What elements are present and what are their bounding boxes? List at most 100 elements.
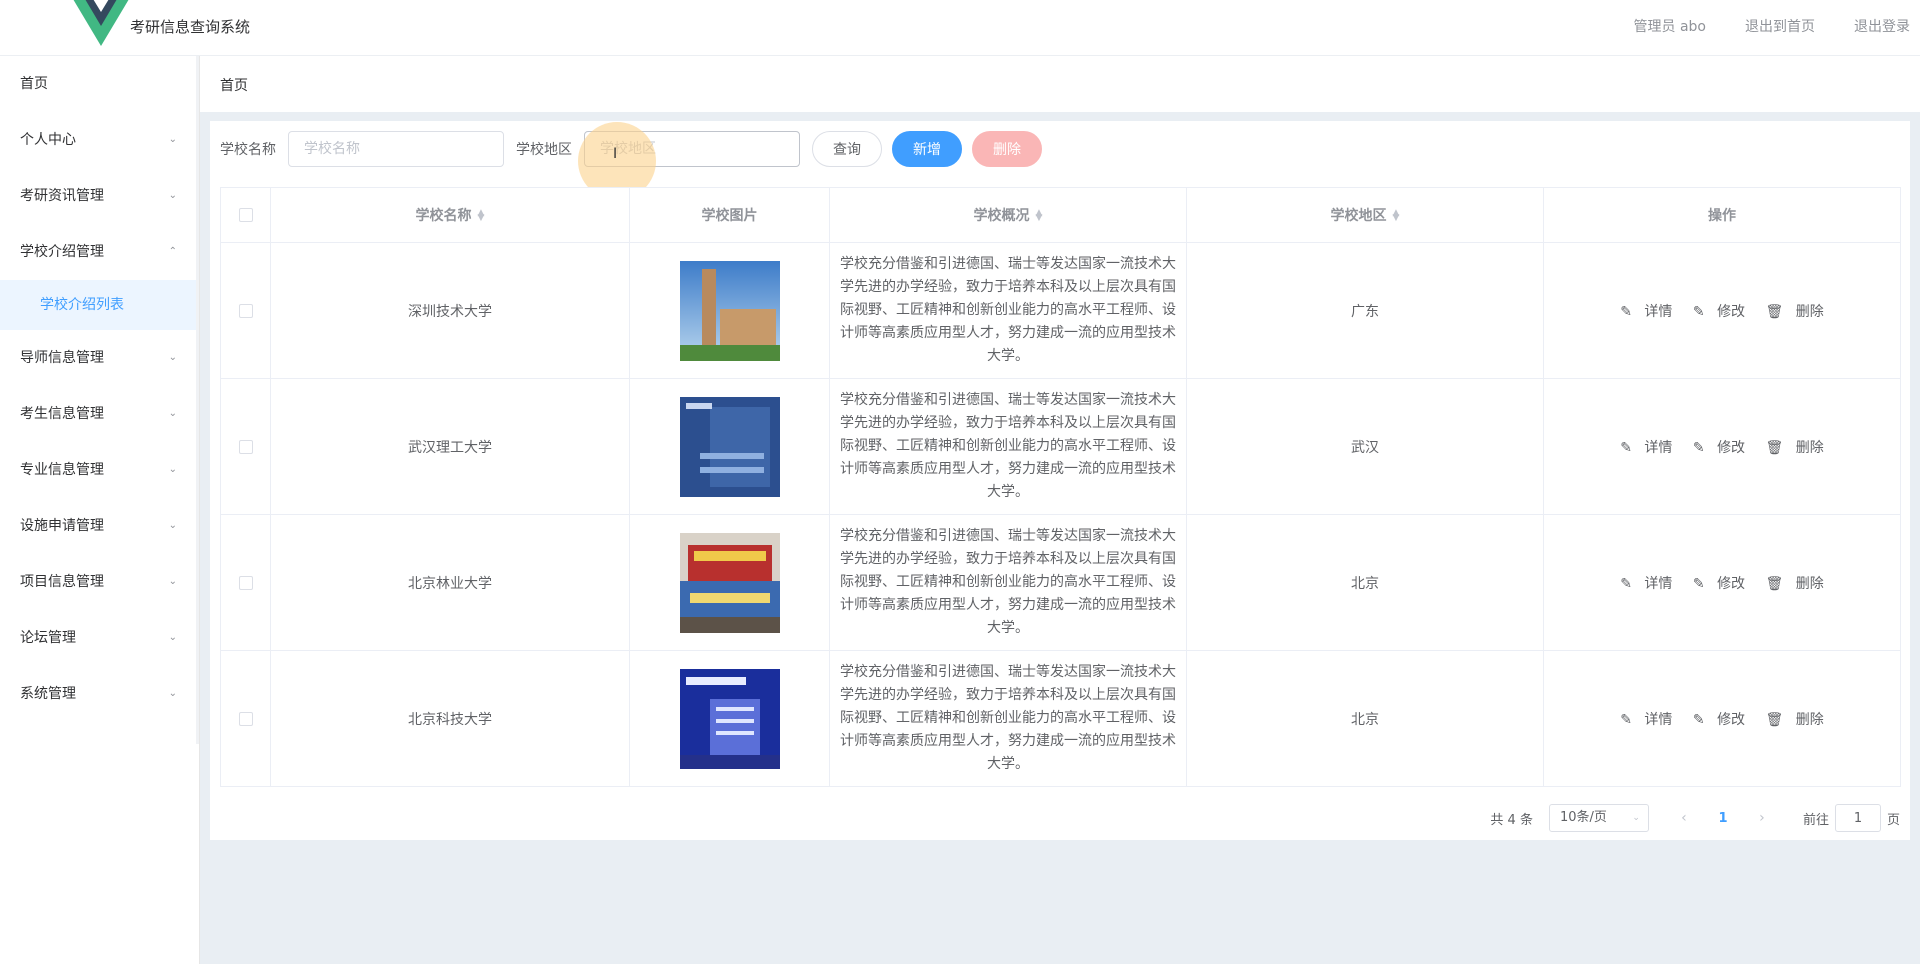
column-header-label: 学校名称: [415, 208, 472, 224]
total-count: 共 4 条: [1490, 812, 1533, 828]
row-checkbox[interactable]: [238, 439, 253, 454]
detail-label: 详情: [1644, 439, 1673, 456]
column-header-label: 学校图片: [701, 208, 758, 224]
edit-button[interactable]: ✎ 修改: [1689, 712, 1749, 728]
query-button[interactable]: 查询: [812, 131, 882, 167]
page-size-select[interactable]: 10条/页 ⌄: [1548, 804, 1649, 832]
chevron-down-icon: ⌄: [168, 576, 177, 587]
sidebar-item-label: 项目信息管理: [20, 574, 104, 590]
delete-button[interactable]: 🗑 删除: [1762, 304, 1828, 320]
add-button[interactable]: 新增: [892, 131, 962, 167]
back-home-link[interactable]: 退出到首页: [1745, 16, 1815, 36]
select-all-checkbox[interactable]: [238, 208, 253, 222]
sort-icon[interactable]: ▲ ▼: [1036, 209, 1043, 223]
page-size-value: 10条/页: [1559, 810, 1607, 825]
school-image[interactable]: [679, 668, 780, 769]
delete-label: 删除: [1795, 303, 1824, 320]
column-header-label: 学校地区: [1330, 208, 1387, 224]
sidebar-item-system[interactable]: 系统管理 ⌄: [0, 666, 199, 722]
breadcrumb[interactable]: 首页: [220, 75, 248, 95]
column-header-ops: 操作: [1543, 187, 1901, 243]
detail-button[interactable]: ✎ 详情: [1616, 304, 1676, 320]
edit-pen-icon: ✎: [1692, 439, 1705, 456]
table-row: 北京林业大学 学校充分借鉴和引进德国、瑞士等发达国家一流技术大学先进的办学经验，…: [220, 514, 1901, 651]
school-name-input[interactable]: [288, 131, 504, 167]
delete-button[interactable]: 🗑 删除: [1762, 576, 1828, 592]
sidebar-item-home[interactable]: 首页: [0, 56, 199, 112]
search-form: 学校名称 学校地区 查询 新增 删除: [220, 131, 1052, 167]
school-image[interactable]: [679, 532, 780, 633]
detail-button[interactable]: ✎ 详情: [1616, 440, 1676, 456]
sort-icon[interactable]: ▲ ▼: [478, 209, 485, 223]
edit-button[interactable]: ✎ 修改: [1689, 440, 1749, 456]
logout-link[interactable]: 退出登录: [1854, 16, 1910, 36]
row-checkbox[interactable]: [238, 303, 253, 318]
delete-button[interactable]: 🗑 删除: [1762, 712, 1828, 728]
detail-label: 详情: [1644, 575, 1673, 592]
column-header-image: 学校图片: [629, 187, 830, 243]
sidebar-item-tutors[interactable]: 导师信息管理 ⌄: [0, 330, 199, 386]
sidebar-item-projects[interactable]: 项目信息管理 ⌄: [0, 554, 199, 610]
goto-page-input[interactable]: [1834, 804, 1881, 832]
chevron-down-icon: ⌄: [168, 190, 177, 201]
edit-button[interactable]: ✎ 修改: [1689, 576, 1749, 592]
detail-button[interactable]: ✎ 详情: [1616, 712, 1676, 728]
sidebar-item-label: 设施申请管理: [20, 518, 104, 534]
school-image[interactable]: [679, 396, 780, 497]
sort-icon[interactable]: ▲ ▼: [1393, 209, 1400, 223]
sidebar-item-label: 论坛管理: [20, 630, 76, 646]
sidebar-item-students[interactable]: 考生信息管理 ⌄: [0, 386, 199, 442]
sidebar-subitem-school-list[interactable]: 学校介绍列表: [0, 280, 199, 330]
page-number-current[interactable]: 1: [1699, 811, 1747, 826]
sidebar-item-label: 个人中心: [20, 132, 76, 148]
sidebar-item-label: 考研资讯管理: [20, 188, 104, 204]
row-checkbox[interactable]: [238, 711, 253, 726]
school-name-cell: 北京科技大学: [270, 650, 630, 787]
sidebar-item-news[interactable]: 考研资讯管理 ⌄: [0, 168, 199, 224]
edit-pen-icon: ✎: [1620, 303, 1632, 320]
school-desc-cell: 学校充分借鉴和引进德国、瑞士等发达国家一流技术大学先进的办学经验，致力于培养本科…: [829, 650, 1187, 787]
sidebar-item-majors[interactable]: 专业信息管理 ⌄: [0, 442, 199, 498]
sidebar-item-label: 系统管理: [20, 686, 76, 702]
next-page-button[interactable]: ›: [1747, 810, 1777, 826]
prev-page-button[interactable]: ‹: [1669, 810, 1699, 826]
edit-button[interactable]: ✎ 修改: [1689, 304, 1749, 320]
trash-icon: 🗑: [1765, 439, 1784, 456]
column-header-name[interactable]: 学校名称 ▲ ▼: [270, 187, 630, 243]
row-checkbox[interactable]: [238, 575, 253, 590]
trash-icon: 🗑: [1765, 575, 1784, 592]
school-name-cell: 北京林业大学: [270, 514, 630, 651]
sidebar-item-personal[interactable]: 个人中心 ⌄: [0, 112, 199, 168]
main-area: 首页 学校名称 学校地区 查询 新增 删除 I 学校名称▲▼ 学校图片 学校概况…: [200, 56, 1920, 964]
sidebar-item-facilities[interactable]: 设施申请管理 ⌄: [0, 498, 199, 554]
sidebar-item-forum[interactable]: 论坛管理 ⌄: [0, 610, 199, 666]
detail-label: 详情: [1644, 303, 1673, 320]
school-table: 学校名称 ▲ ▼ 学校图片 学校概况 ▲ ▼ 学校地区 ▲ ▼ 操作 深圳技术大学: [220, 187, 1901, 787]
sidebar-scrollbar[interactable]: [196, 56, 199, 744]
school-image[interactable]: [679, 260, 780, 361]
column-header-desc[interactable]: 学校概况 ▲ ▼: [829, 187, 1187, 243]
chevron-down-icon: ⌄: [1632, 813, 1640, 823]
batch-delete-button[interactable]: 删除: [972, 131, 1042, 167]
school-region-input[interactable]: [584, 131, 800, 167]
content-card: 学校名称 学校地区 查询 新增 删除 I 学校名称▲▼ 学校图片 学校概况▲▼ …: [210, 121, 1910, 840]
school-desc-cell: 学校充分借鉴和引进德国、瑞士等发达国家一流技术大学先进的办学经验，致力于培养本科…: [829, 514, 1187, 651]
sidebar-item-schools[interactable]: 学校介绍管理 ⌃: [0, 224, 199, 280]
chevron-down-icon: ⌄: [168, 688, 177, 699]
chevron-down-icon: ⌄: [168, 632, 177, 643]
detail-button[interactable]: ✎ 详情: [1616, 576, 1676, 592]
chevron-down-icon: ⌄: [168, 520, 177, 531]
chevron-down-icon: ⌄: [168, 408, 177, 419]
delete-label: 删除: [1795, 575, 1824, 592]
row-select-cell: [220, 650, 271, 787]
breadcrumb-bar: 首页: [200, 56, 1920, 112]
goto-unit: 页: [1886, 812, 1900, 828]
school-desc-cell: 学校充分借鉴和引进德国、瑞士等发达国家一流技术大学先进的办学经验，致力于培养本科…: [829, 378, 1187, 515]
header-actions: 管理员 abo 退出到首页 退出登录: [1595, 16, 1910, 36]
delete-button[interactable]: 🗑 删除: [1762, 440, 1828, 456]
chevron-down-icon: ⌄: [168, 464, 177, 475]
delete-label: 删除: [1795, 711, 1824, 728]
column-header-region[interactable]: 学校地区 ▲ ▼: [1186, 187, 1544, 243]
column-header-label: 学校概况: [973, 208, 1030, 224]
school-region-cell: 广东: [1186, 242, 1544, 379]
